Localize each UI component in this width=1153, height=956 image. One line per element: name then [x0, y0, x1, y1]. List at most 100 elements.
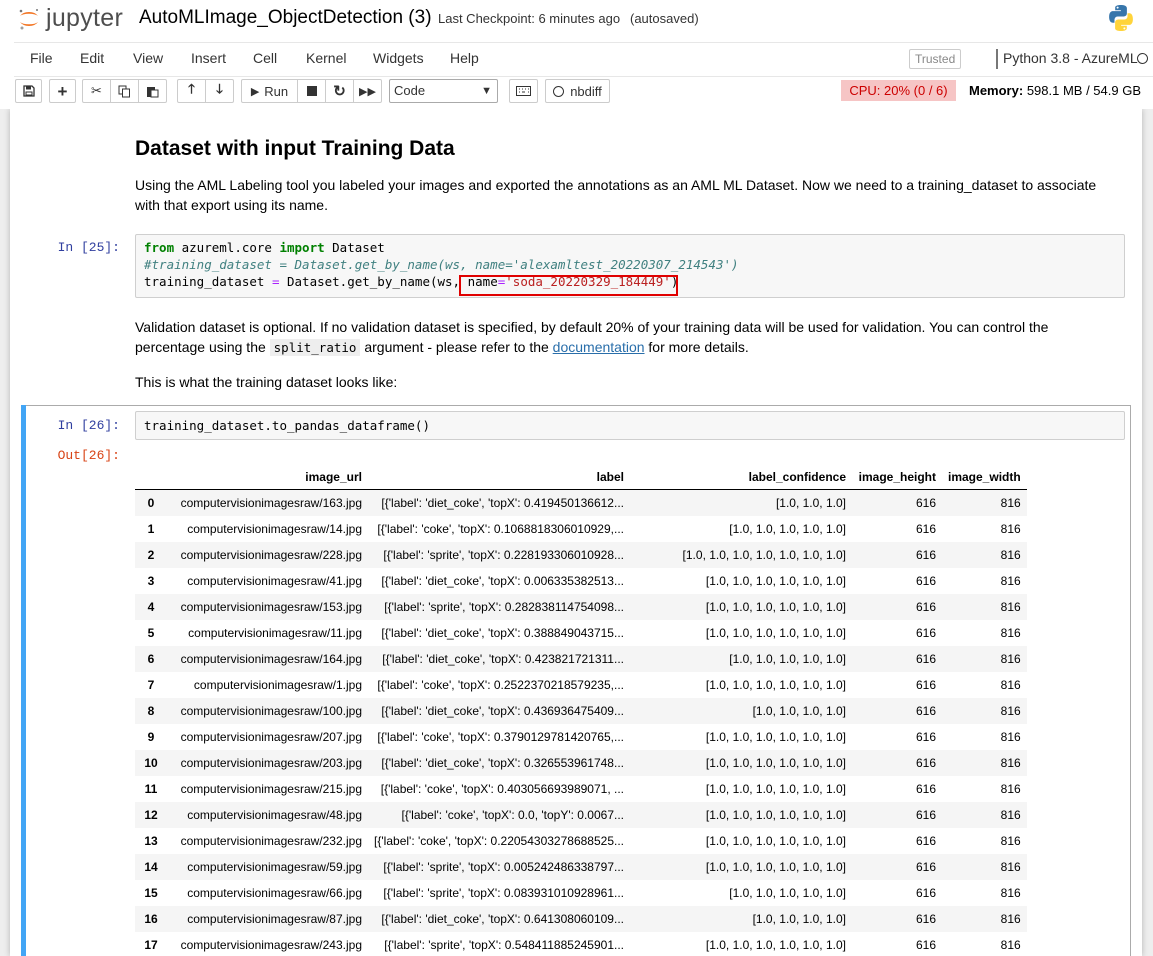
image-height-cell: 616: [915, 938, 936, 952]
inline-code-split-ratio: split_ratio: [269, 339, 361, 356]
cut-button[interactable]: ✂: [82, 79, 111, 103]
trusted-indicator[interactable]: Trusted: [909, 49, 962, 69]
label-confidence-cell: [1.0, 1.0, 1.0, 1.0]: [630, 906, 852, 932]
menu-help[interactable]: Help: [450, 50, 479, 66]
label-cell: [{'label': 'diet_coke', 'topX': 0.388849…: [381, 626, 624, 640]
label-confidence-cell: [1.0, 1.0, 1.0]: [630, 489, 852, 516]
label-cell: [{'label': 'coke', 'topX': 0.10688183060…: [377, 522, 624, 536]
interrupt-button[interactable]: [297, 79, 326, 103]
index-cell: 5: [147, 626, 155, 640]
column-header-index: [135, 464, 167, 490]
code-line-26: training_dataset.to_pandas_dataframe(): [144, 418, 430, 433]
kernel-idle-icon: [1137, 53, 1148, 64]
menu-kernel[interactable]: Kernel: [306, 50, 346, 66]
menu-widgets[interactable]: Widgets: [373, 50, 424, 66]
notebook-area[interactable]: Dataset with input Training Data Using t…: [0, 109, 1153, 956]
selected-cell-indicator: [21, 405, 26, 956]
menu-file[interactable]: File: [30, 50, 53, 66]
image-width-cell: 816: [1000, 834, 1021, 848]
memory-value: 598.1 MB / 54.9 GB: [1026, 83, 1141, 98]
insert-cell-button[interactable]: +: [49, 79, 76, 103]
table-row: 1 computervisionimagesraw/14.jpg [{'label'…: [135, 516, 1027, 542]
restart-run-all-button[interactable]: ▶▶: [353, 79, 382, 103]
copy-button[interactable]: [110, 79, 139, 103]
label-confidence-cell: [1.0, 1.0, 1.0, 1.0, 1.0, 1.0]: [705, 730, 846, 744]
chevron-down-icon: ▼: [481, 85, 492, 97]
nbdiff-button[interactable]: nbdiff: [545, 79, 610, 103]
image-width-cell: 816: [1000, 522, 1021, 536]
cpu-usage: CPU: 20% (0 / 6): [841, 80, 956, 101]
label-cell: [{'label': 'diet_coke', 'topX': 0.641308…: [368, 906, 630, 932]
code-line-2-comment: #training_dataset = Dataset.get_by_name(…: [144, 257, 739, 272]
command-palette-button[interactable]: [509, 79, 538, 103]
table-row: 12 computervisionimagesraw/48.jpg [{'label…: [135, 802, 1027, 828]
image-height-cell: 616: [852, 698, 942, 724]
image-height-cell: 616: [852, 646, 942, 672]
table-row: 10 computervisionimagesraw/203.jpg [{'labe…: [135, 750, 1027, 776]
table-row: 4 computervisionimagesraw/153.jpg [{'label…: [135, 594, 1027, 620]
dataframe-header-row: image_url label label_confidence image_h…: [135, 464, 1027, 490]
image-height-cell: 616: [852, 802, 942, 828]
restart-icon: ↻: [333, 83, 346, 100]
code-cell-26[interactable]: training_dataset.to_pandas_dataframe(): [135, 411, 1125, 440]
menu-cell[interactable]: Cell: [253, 50, 277, 66]
image-url-cell: computervisionimagesraw/203.jpg: [167, 750, 368, 776]
index-cell: 16: [135, 906, 167, 932]
notebook-name[interactable]: AutoMLImage_ObjectDetection (3): [139, 7, 432, 29]
column-header-image-width: image_width: [942, 464, 1027, 490]
image-url-cell: computervisionimagesraw/14.jpg: [187, 522, 362, 536]
documentation-link[interactable]: documentation: [553, 339, 645, 355]
image-url-cell: computervisionimagesraw/66.jpg: [187, 886, 362, 900]
image-width-cell: 816: [942, 750, 1027, 776]
image-url-cell: computervisionimagesraw/100.jpg: [167, 698, 368, 724]
play-icon: ▶: [250, 85, 260, 98]
label-confidence-cell: [1.0, 1.0, 1.0, 1.0, 1.0, 1.0, 1.0]: [630, 542, 852, 568]
menu-insert[interactable]: Insert: [191, 50, 226, 66]
cell-type-select[interactable]: Code ▼: [389, 79, 498, 103]
kernel-name[interactable]: Python 3.8 - AzureML: [1003, 50, 1138, 66]
label-cell: [{'label': 'diet_coke', 'topX': 0.419450…: [368, 489, 630, 516]
toolbar: + ✂ 🡑 🡓 ▶ Run ↻ ▶▶ Code ▼ nbdiff CPU: 20…: [0, 78, 1153, 106]
index-cell: 17: [144, 938, 158, 952]
index-cell: 12: [135, 802, 167, 828]
image-url-cell: computervisionimagesraw/153.jpg: [167, 594, 368, 620]
paste-icon: [147, 86, 159, 97]
label-cell: [{'label': 'coke', 'topX': 0.40305669398…: [380, 782, 624, 796]
label-cell: [{'label': 'diet_coke', 'topX': 0.326553…: [368, 750, 630, 776]
move-down-button[interactable]: 🡓: [205, 79, 234, 103]
label-cell: [{'label': 'coke', 'topX': 0.0, 'topY': …: [368, 802, 630, 828]
restart-button[interactable]: ↻: [325, 79, 354, 103]
input-prompt-25: In [25]:: [57, 240, 120, 255]
menu-view[interactable]: View: [133, 50, 163, 66]
code-cell-25[interactable]: from azureml.core import Dataset #traini…: [135, 234, 1125, 298]
image-height-cell: 616: [852, 854, 942, 880]
save-button[interactable]: [15, 79, 42, 103]
image-width-cell: 816: [942, 854, 1027, 880]
markdown-paragraph-1-line-2: with that export using its name.: [135, 197, 328, 213]
image-height-cell: 616: [915, 886, 936, 900]
index-cell: 6: [135, 646, 167, 672]
paste-button[interactable]: [138, 79, 167, 103]
save-icon: [22, 85, 35, 97]
run-button[interactable]: ▶ Run: [241, 79, 298, 103]
table-row: 15 computervisionimagesraw/66.jpg [{'label…: [135, 880, 1027, 906]
image-height-cell: 616: [852, 594, 942, 620]
label-confidence-cell: [1.0, 1.0, 1.0, 1.0, 1.0, 1.0]: [705, 574, 846, 588]
notebook-page: Dataset with input Training Data Using t…: [10, 109, 1142, 956]
image-height-cell: 616: [915, 782, 936, 796]
image-height-cell: 616: [852, 906, 942, 932]
image-height-cell: 616: [915, 522, 936, 536]
autosave-status: (autosaved): [630, 11, 699, 26]
image-width-cell: 816: [1000, 886, 1021, 900]
arrow-up-icon: 🡑: [188, 81, 195, 96]
edit-button-group: ✂: [82, 79, 167, 103]
memory-label: Memory:: [969, 83, 1024, 98]
run-button-group: ▶ Run ↻ ▶▶: [241, 79, 382, 103]
move-button-group: 🡑 🡓: [177, 79, 234, 103]
markdown-paragraph-2-line-2: percentage using the split_ratio argumen…: [135, 339, 749, 356]
menu-edit[interactable]: Edit: [80, 50, 104, 66]
jupyter-logo[interactable]: jupyter: [17, 3, 127, 35]
move-up-button[interactable]: 🡑: [177, 79, 206, 103]
nbdiff-label: nbdiff: [570, 83, 602, 99]
label-confidence-cell: [1.0, 1.0, 1.0, 1.0, 1.0]: [729, 522, 846, 536]
